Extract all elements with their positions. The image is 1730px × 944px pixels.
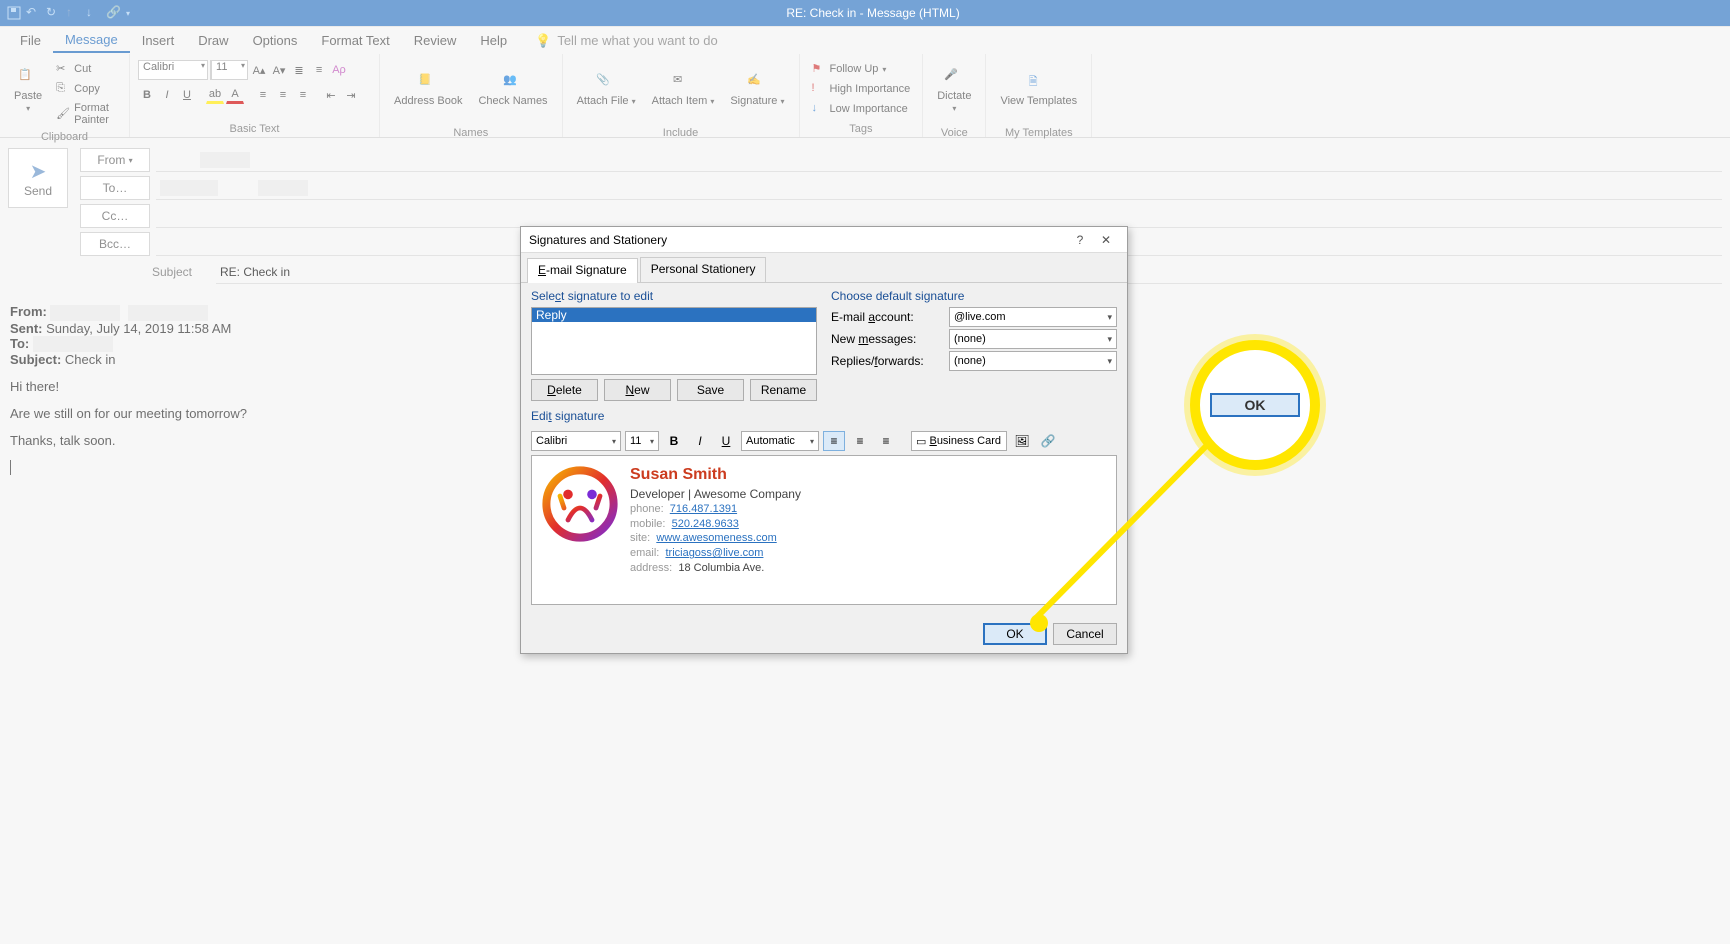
signature-list-item[interactable]: Reply [532, 308, 816, 322]
signature-text: Susan Smith Developer | Awesome Company … [630, 464, 801, 596]
edit-signature-label: Edit signature [531, 409, 1117, 423]
signature-preview[interactable]: Susan Smith Developer | Awesome Company … [531, 455, 1117, 605]
dialog-titlebar: Signatures and Stationery ? ✕ [521, 227, 1127, 253]
new-messages-dropdown[interactable]: (none)▾ [949, 329, 1117, 349]
callout-dot [1030, 614, 1048, 632]
sig-align-center-icon[interactable]: ≡ [849, 431, 871, 451]
signatures-dialog: Signatures and Stationery ? ✕ E-mail Sig… [520, 226, 1128, 654]
insert-link-icon[interactable]: 🔗 [1037, 431, 1059, 451]
sig-color-combo[interactable]: Automatic▾ [741, 431, 819, 451]
sig-align-left-icon[interactable]: ≡ [823, 431, 845, 451]
callout-circle: OK [1190, 340, 1320, 470]
email-account-label: E-mail account: [831, 310, 941, 324]
default-signature-label: Choose default signature [831, 289, 1117, 303]
email-account-dropdown[interactable]: @live.com▾ [949, 307, 1117, 327]
delete-button[interactable]: Delete [531, 379, 598, 401]
save-signature-button[interactable]: Save [677, 379, 744, 401]
sig-size-combo[interactable]: 11▾ [625, 431, 659, 451]
select-signature-label: Select signature to edit [531, 289, 817, 303]
sig-font-combo[interactable]: Calibri▾ [531, 431, 621, 451]
signature-edit-toolbar: Calibri▾ 11▾ B I U Automatic▾ ≡ ≡ ≡ ▭ Bu… [531, 431, 1117, 451]
card-icon: ▭ [916, 435, 926, 448]
signature-logo-icon [540, 464, 620, 544]
tab-personal-stationery[interactable]: Personal Stationery [640, 257, 767, 282]
callout-ok-button: OK [1210, 393, 1300, 417]
rename-button[interactable]: Rename [750, 379, 817, 401]
new-button[interactable]: New [604, 379, 671, 401]
replies-forwards-label: Replies/forwards: [831, 354, 941, 368]
dialog-tabs: E-mail Signature Personal Stationery [521, 253, 1127, 283]
close-icon[interactable]: ✕ [1093, 233, 1119, 247]
cancel-button[interactable]: Cancel [1053, 623, 1117, 645]
help-icon[interactable]: ? [1067, 233, 1093, 247]
new-messages-label: New messages: [831, 332, 941, 346]
sig-underline-button[interactable]: U [715, 431, 737, 451]
sig-align-right-icon[interactable]: ≡ [875, 431, 897, 451]
tab-email-signature[interactable]: E-mail Signature [527, 258, 638, 283]
insert-picture-icon[interactable]: 🖼 [1011, 431, 1033, 451]
business-card-button[interactable]: ▭ Business Card [911, 431, 1007, 451]
signature-list[interactable]: Reply [531, 307, 817, 375]
replies-forwards-dropdown[interactable]: (none)▾ [949, 351, 1117, 371]
dialog-title: Signatures and Stationery [529, 233, 667, 247]
sig-bold-button[interactable]: B [663, 431, 685, 451]
sig-italic-button[interactable]: I [689, 431, 711, 451]
